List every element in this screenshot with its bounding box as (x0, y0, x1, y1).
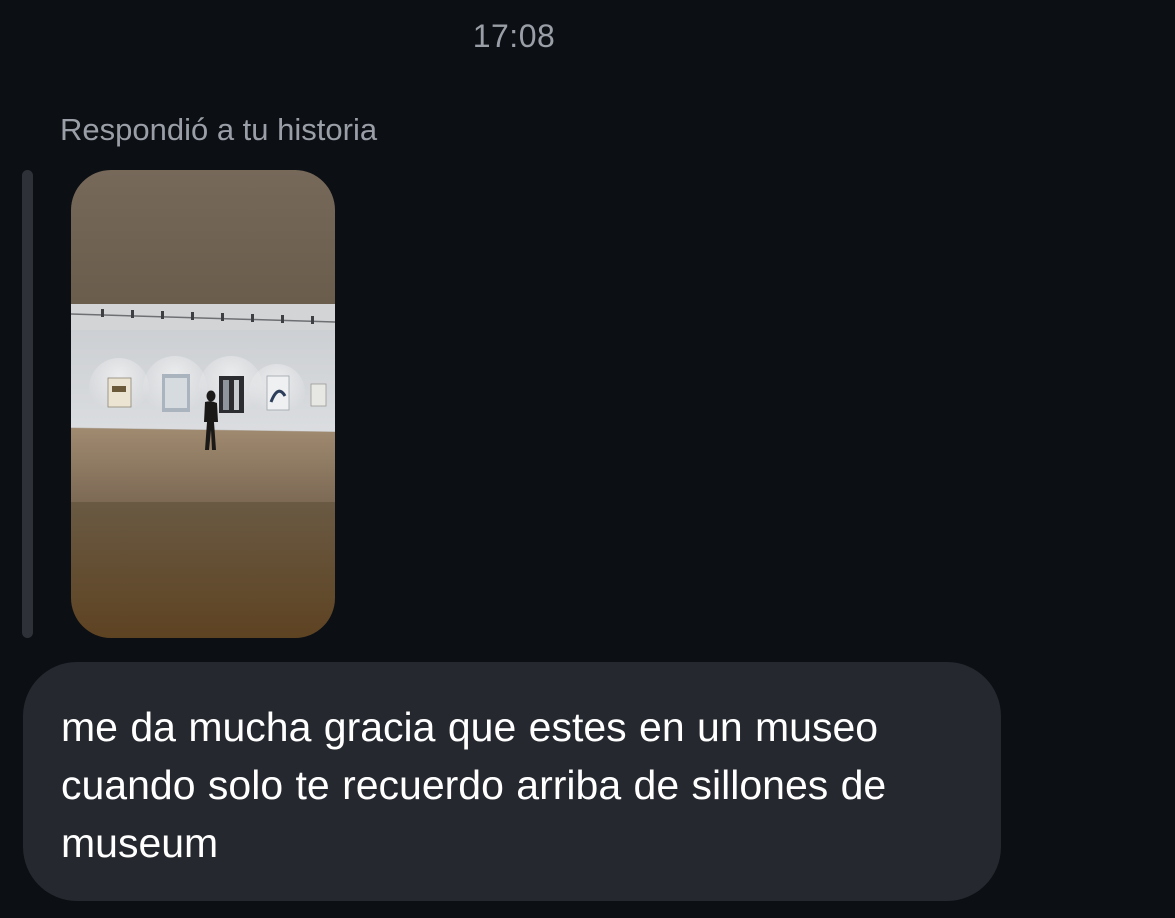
gallery-photo (71, 304, 335, 502)
story-reply-label: Respondió a tu historia (60, 112, 378, 147)
reply-indicator-bar (22, 170, 33, 638)
chat-screen: 17:08 Respondió a tu historia me da much… (0, 0, 1175, 918)
story-thumbnail[interactable] (71, 170, 335, 638)
message-timestamp: 17:08 (472, 18, 556, 54)
message-bubble[interactable]: me da mucha gracia que estes en un museo… (23, 662, 1001, 901)
message-text: me da mucha gracia que estes en un museo… (61, 704, 887, 866)
